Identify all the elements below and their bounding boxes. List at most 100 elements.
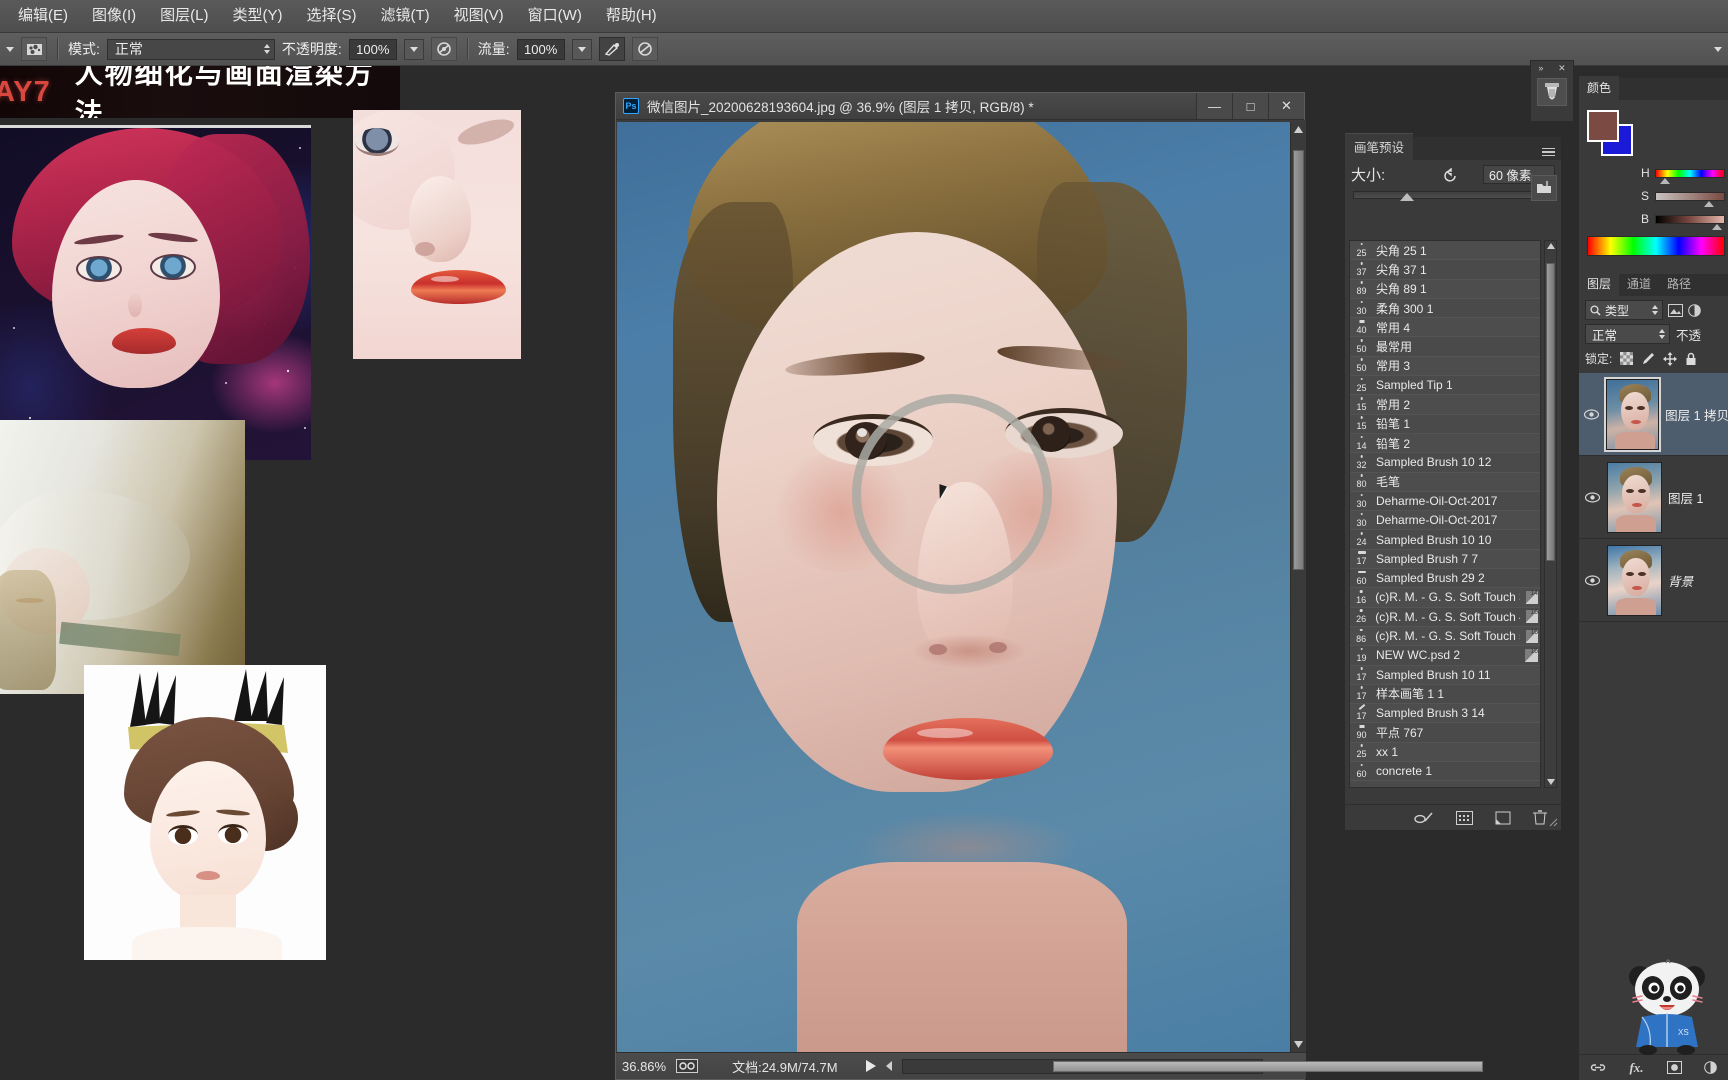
filter-pixel-icon[interactable]: [1668, 303, 1683, 317]
scroll-down-icon[interactable]: [1293, 1039, 1304, 1050]
brush-list-item[interactable]: 19 NEW WC.psd 2 16: [1350, 646, 1540, 666]
brush-folder-icon[interactable]: [1531, 175, 1557, 201]
hue-slider[interactable]: [1655, 168, 1725, 184]
filter-adjustment-icon[interactable]: [1688, 303, 1701, 317]
brush-list-item[interactable]: 30 柔角 300 1: [1350, 299, 1540, 319]
new-preset-icon[interactable]: [1414, 811, 1434, 825]
brush-list-item[interactable]: 17 样本画笔 1 1: [1350, 685, 1540, 705]
brush-scroll-thumb[interactable]: [1546, 263, 1555, 561]
menu-type[interactable]: 类型(Y): [221, 4, 295, 28]
brush-list-item[interactable]: 32 Sampled Brush 10 12: [1350, 453, 1540, 473]
canvas-horizontal-scrollbar[interactable]: [901, 1058, 1483, 1074]
pressure-size-icon[interactable]: [631, 37, 658, 61]
brush-list-item[interactable]: 80 毛笔: [1350, 472, 1540, 492]
new-brush-icon[interactable]: [1495, 811, 1511, 825]
canvas-vertical-scrollbar[interactable]: [1290, 122, 1305, 1052]
brush-list-item[interactable]: 86 (c)R. M. - G. S. Soft Touch 5 16: [1350, 626, 1540, 647]
layer-row[interactable]: 图层 1: [1579, 456, 1728, 539]
brush-list-item[interactable]: 30 Deharme-Oil-Oct-2017: [1350, 511, 1540, 531]
brush-list-item[interactable]: 25 Sampled Tip 1: [1350, 376, 1540, 396]
airbrush-icon[interactable]: [598, 37, 625, 61]
vertical-scroll-thumb[interactable]: [1293, 150, 1304, 570]
close-icon[interactable]: ✕: [1558, 63, 1566, 74]
brush-list-item[interactable]: 89 尖角 89 1: [1350, 279, 1540, 299]
fx-icon[interactable]: fx.: [1629, 1060, 1643, 1076]
expand-panels-icon[interactable]: »: [1538, 63, 1543, 73]
opacity-input[interactable]: 100%: [348, 38, 397, 60]
flow-input[interactable]: 100%: [516, 38, 565, 60]
color-spectrum-ramp[interactable]: [1587, 236, 1725, 256]
brush-scroll-up-icon[interactable]: [1547, 243, 1555, 249]
menu-select[interactable]: 选择(S): [295, 4, 369, 28]
status-left-arrow-icon[interactable]: [885, 1061, 892, 1071]
horizontal-scroll-thumb[interactable]: [1052, 1060, 1483, 1072]
menu-edit[interactable]: 编辑(E): [6, 4, 80, 28]
brush-list-item[interactable]: 17 Sampled Brush 3 14: [1350, 703, 1540, 724]
brush-list-item[interactable]: 90 平点 767: [1350, 723, 1540, 743]
brush-scroll-down-icon[interactable]: [1547, 779, 1555, 785]
layer-thumbnail[interactable]: [1604, 376, 1662, 452]
tool-preset-chevron-icon[interactable]: [6, 46, 14, 52]
brush-list-item[interactable]: 25 尖角 25 1: [1350, 241, 1540, 261]
preview-toggle-icon[interactable]: [676, 1059, 699, 1073]
slider-knob[interactable]: [1400, 193, 1414, 201]
mask-icon[interactable]: [1666, 1061, 1682, 1074]
opacity-dropdown[interactable]: [403, 38, 424, 60]
image-canvas[interactable]: [617, 122, 1290, 1052]
brush-list-item[interactable]: 24 Sampled Brush 10 10: [1350, 530, 1540, 550]
tab-channels[interactable]: 通道: [1619, 272, 1659, 296]
layer-filter-kind-select[interactable]: 类型: [1585, 300, 1663, 320]
brush-list-item[interactable]: 16 (c)R. M. - G. S. Soft Touch 3 14: [1350, 588, 1540, 608]
brush-list-item[interactable]: 15 常用 2: [1350, 395, 1540, 415]
layer-visibility-toggle[interactable]: [1583, 574, 1601, 586]
brush-list-item[interactable]: 17 Sampled Brush 7 7: [1350, 549, 1540, 570]
menu-layer[interactable]: 图层(L): [148, 4, 220, 28]
saturation-slider[interactable]: [1655, 191, 1725, 207]
brush-size-slider[interactable]: [1353, 191, 1553, 201]
scroll-up-icon[interactable]: [1293, 124, 1304, 135]
pressure-opacity-icon[interactable]: [430, 37, 457, 61]
layer-thumbnail[interactable]: [1607, 461, 1662, 533]
layer-row[interactable]: 背景: [1579, 539, 1728, 622]
tab-paths[interactable]: 路径: [1659, 272, 1699, 296]
blend-mode-select[interactable]: 正常: [106, 38, 275, 60]
adjustment-icon[interactable]: [1704, 1061, 1718, 1074]
document-titlebar[interactable]: Ps 微信图片_20200628193604.jpg @ 36.9% (图层 1…: [616, 93, 1304, 120]
menu-view[interactable]: 视图(V): [442, 4, 516, 28]
brush-list-item[interactable]: 26 (c)R. M. - G. S. Soft Touch 4 16: [1350, 608, 1540, 627]
panel-menu-icon[interactable]: [1542, 147, 1555, 156]
tab-color[interactable]: 颜色: [1579, 76, 1620, 100]
menu-help[interactable]: 帮助(H): [594, 4, 669, 28]
brightness-slider[interactable]: [1655, 214, 1725, 230]
layer-visibility-toggle[interactable]: [1583, 491, 1601, 503]
tab-layers[interactable]: 图层: [1579, 272, 1620, 296]
brush-list-item[interactable]: 50 最常用: [1350, 337, 1540, 357]
lock-transparent-icon[interactable]: [1620, 352, 1634, 365]
brush-panel-icon[interactable]: [1456, 810, 1473, 825]
foreground-color-swatch[interactable]: [1587, 110, 1619, 142]
maximize-button[interactable]: □: [1232, 93, 1268, 119]
brush-list-item[interactable]: 17 Sampled Brush 10 11: [1350, 665, 1540, 685]
brush-list-item[interactable]: 14 铅笔 2: [1350, 433, 1540, 454]
brush-tool-icon[interactable]: [1537, 78, 1567, 106]
layer-visibility-toggle[interactable]: [1583, 408, 1600, 420]
close-button[interactable]: ✕: [1268, 93, 1304, 119]
resize-grip-icon[interactable]: [1549, 818, 1558, 827]
options-overflow-chevron-icon[interactable]: [1714, 46, 1722, 52]
saturation-knob[interactable]: [1704, 200, 1714, 207]
brush-list-item[interactable]: 37 尖角 37 1: [1350, 260, 1540, 280]
lock-move-icon[interactable]: [1663, 351, 1678, 366]
layer-row[interactable]: 图层 1 拷贝: [1579, 373, 1728, 456]
minimize-button[interactable]: —: [1196, 93, 1232, 119]
layer-list[interactable]: 图层 1 拷贝 图层 1 背景: [1579, 373, 1728, 622]
brush-list-item[interactable]: 25 xx 1: [1350, 742, 1540, 763]
layer-blend-mode-select[interactable]: 正常: [1585, 324, 1670, 344]
zoom-level[interactable]: 36.86%: [622, 1059, 666, 1074]
menu-image[interactable]: 图像(I): [80, 4, 148, 28]
brush-preset-icon[interactable]: [21, 37, 47, 61]
brush-list-item[interactable]: 50 常用 3: [1350, 356, 1540, 377]
hue-knob[interactable]: [1660, 177, 1670, 184]
document-size-label[interactable]: 文档:24.9M/74.7M: [732, 1057, 838, 1076]
brush-list-item[interactable]: 15 铅笔 1: [1350, 415, 1540, 434]
link-icon[interactable]: [1590, 1062, 1606, 1073]
